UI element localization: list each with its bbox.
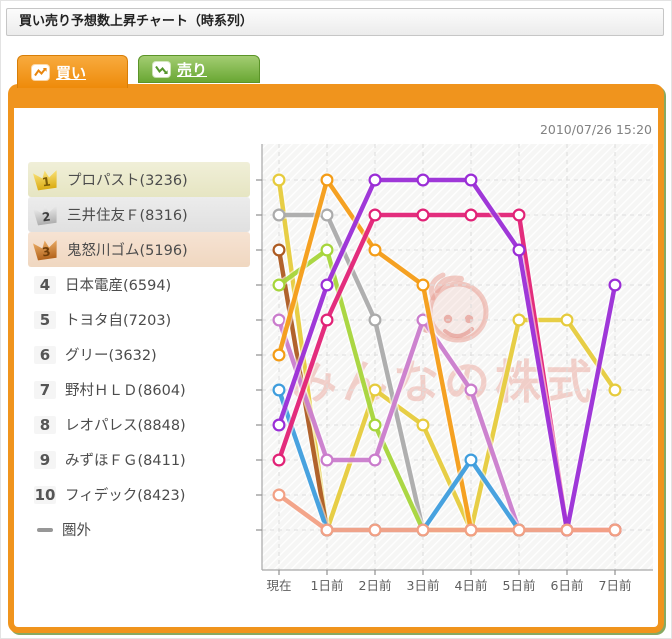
data-point (322, 455, 333, 466)
rank-chart: みんなの株式現在1日前2日前3日前4日前5日前6日前7日前 (255, 138, 661, 596)
x-axis-label: 6日前 (551, 578, 584, 593)
data-point (274, 490, 285, 501)
ranking-row[interactable]: 10 フィデック(8423) (28, 477, 250, 512)
data-point (610, 280, 621, 291)
ranking-list: 1 プロパスト(3236) 2 三井住友Ｆ(8316) 3 鬼怒川ゴム(5196… (28, 162, 250, 547)
gold-crown-icon: 1 (33, 168, 60, 191)
data-point (514, 315, 525, 326)
data-point (322, 280, 333, 291)
data-point (466, 175, 477, 186)
data-point (274, 210, 285, 221)
data-point (370, 210, 381, 221)
x-axis-label: 7日前 (599, 578, 632, 593)
data-point (418, 420, 429, 431)
data-point (418, 175, 429, 186)
tab-sell[interactable]: 売り (138, 55, 260, 83)
stock-label[interactable]: 日本電産(6594) (65, 274, 171, 295)
rank-badge: 7 (34, 381, 56, 399)
data-point (274, 245, 285, 256)
data-point (370, 315, 381, 326)
data-point (514, 210, 525, 221)
data-point (562, 525, 573, 536)
ranking-row[interactable]: 2 三井住友Ｆ(8316) (28, 197, 250, 232)
data-point (370, 455, 381, 466)
data-point (466, 455, 477, 466)
x-axis-label: 2日前 (359, 578, 392, 593)
x-axis-label: 現在 (266, 578, 291, 593)
page-title: 買い売り予想数上昇チャート（時系列） (6, 8, 664, 36)
data-point (274, 385, 285, 396)
stock-label[interactable]: トヨタ自(7203) (65, 309, 171, 330)
ranking-row[interactable]: 3 鬼怒川ゴム(5196) (28, 232, 250, 267)
ranking-row[interactable]: 9 みずほＦＧ(8411) (28, 442, 250, 477)
data-point (322, 525, 333, 536)
data-point (274, 455, 285, 466)
x-axis-label: 3日前 (407, 578, 440, 593)
ranking-row[interactable]: 1 プロパスト(3236) (28, 162, 250, 197)
bronze-crown-icon: 3 (33, 238, 60, 261)
data-point (370, 420, 381, 431)
stock-label[interactable]: レオパレス(8848) (65, 414, 186, 435)
data-point (466, 525, 477, 536)
x-axis-label: 5日前 (503, 578, 536, 593)
ranking-row[interactable]: 6 グリー(3632) (28, 337, 250, 372)
stock-label[interactable]: グリー(3632) (65, 344, 157, 365)
ranking-row[interactable]: 圏外 (28, 512, 250, 547)
rank-badge: 4 (34, 276, 56, 294)
data-point (514, 245, 525, 256)
x-axis-label: 4日前 (455, 578, 488, 593)
buy-trend-up-icon (32, 65, 49, 80)
tab-buy-label: 買い (56, 62, 86, 83)
rank-badge: 8 (34, 416, 56, 434)
data-point (370, 385, 381, 396)
data-point (322, 245, 333, 256)
data-point (274, 280, 285, 291)
data-point (274, 175, 285, 186)
data-point (610, 525, 621, 536)
data-point (274, 350, 285, 361)
ranking-row[interactable]: 5 トヨタ自(7203) (28, 302, 250, 337)
data-point (274, 420, 285, 431)
data-point (370, 175, 381, 186)
data-point (466, 385, 477, 396)
rank-badge: 10 (34, 486, 56, 504)
data-point (418, 210, 429, 221)
data-point (466, 210, 477, 221)
sell-trend-down-icon (153, 62, 170, 77)
page: { "window": { "title": "買い売り予想数上昇チャート（時系… (0, 0, 672, 639)
tab-buy[interactable]: 買い (17, 55, 128, 88)
stock-label[interactable]: 野村ＨＬＤ(8604) (65, 379, 186, 400)
stock-label[interactable]: 鬼怒川ゴム(5196) (67, 239, 188, 260)
data-point (418, 280, 429, 291)
stock-label[interactable]: プロパスト(3236) (67, 169, 188, 190)
stock-label[interactable]: 圏外 (62, 519, 91, 540)
data-point (514, 525, 525, 536)
data-point (418, 525, 429, 536)
rank-badge: 9 (34, 451, 56, 469)
rank-badge: 6 (34, 346, 56, 364)
ranking-row[interactable]: 7 野村ＨＬＤ(8604) (28, 372, 250, 407)
data-point (370, 525, 381, 536)
tab-sell-label: 売り (177, 59, 207, 80)
data-point (562, 315, 573, 326)
data-point (274, 315, 285, 326)
out-of-rank-dash-icon (37, 528, 53, 532)
rank-badge: 5 (34, 311, 56, 329)
data-point (322, 175, 333, 186)
ranking-row[interactable]: 8 レオパレス(8848) (28, 407, 250, 442)
data-point (370, 245, 381, 256)
chart-timestamp: 2010/07/26 15:20 (430, 122, 652, 137)
ranking-row[interactable]: 4 日本電産(6594) (28, 267, 250, 302)
x-axis-label: 1日前 (311, 578, 344, 593)
data-point (322, 315, 333, 326)
data-point (322, 210, 333, 221)
data-point (610, 385, 621, 396)
stock-label[interactable]: 三井住友Ｆ(8316) (67, 204, 188, 225)
silver-crown-icon: 2 (33, 203, 60, 226)
stock-label[interactable]: みずほＦＧ(8411) (65, 449, 186, 470)
stock-label[interactable]: フィデック(8423) (65, 484, 185, 505)
